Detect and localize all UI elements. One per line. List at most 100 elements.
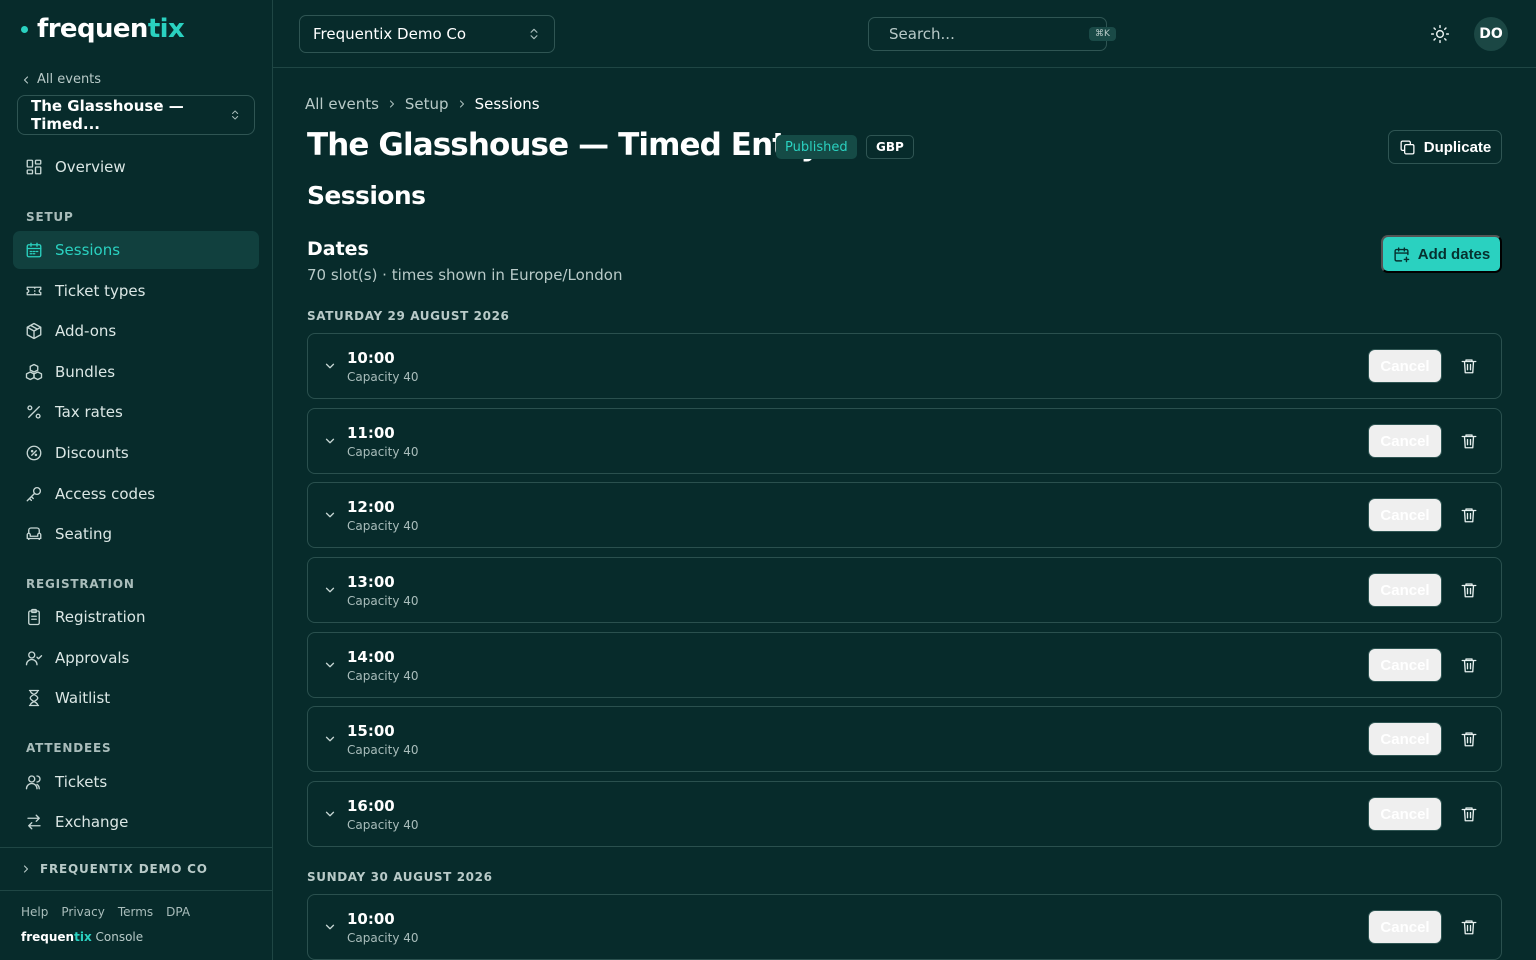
trash-icon[interactable] xyxy=(1460,357,1478,375)
sidebar-item-label: Access codes xyxy=(55,485,156,503)
sidebar-item-add-ons[interactable]: Add-ons xyxy=(13,312,259,350)
breadcrumb-setup[interactable]: Setup xyxy=(405,95,449,113)
session-slot[interactable]: 10:00 Capacity 40 Cancel xyxy=(307,894,1502,960)
user-check-icon xyxy=(25,649,43,667)
breadcrumb-sessions: Sessions xyxy=(474,95,540,113)
footer-link-help[interactable]: Help xyxy=(21,905,48,919)
logo-text-part1: frequen xyxy=(37,14,148,44)
sidebar-item-sessions[interactable]: Sessions xyxy=(13,231,259,269)
cancel-slot-button[interactable]: Cancel xyxy=(1368,498,1442,532)
slot-time: 10:00 xyxy=(347,349,395,367)
sidebar-item-waitlist[interactable]: Waitlist xyxy=(13,679,259,717)
calendar-plus-icon xyxy=(1393,246,1410,263)
sidebar-item-tickets[interactable]: Tickets xyxy=(13,763,259,801)
slot-time: 13:00 xyxy=(347,573,395,591)
badge-percent-icon xyxy=(25,444,43,462)
cancel-slot-button[interactable]: Cancel xyxy=(1368,797,1442,831)
arrows-exchange-icon xyxy=(25,813,43,831)
event-selector[interactable]: The Glasshouse — Timed... xyxy=(17,95,255,135)
organization-switcher[interactable]: FREQUENTIX DEMO CO xyxy=(0,847,272,891)
session-slot[interactable]: 13:00 Capacity 40 Cancel xyxy=(307,557,1502,623)
section-title: Sessions xyxy=(307,181,426,210)
trash-icon[interactable] xyxy=(1460,730,1478,748)
session-slot[interactable]: 16:00 Capacity 40 Cancel xyxy=(307,781,1502,847)
add-dates-button[interactable]: Add dates xyxy=(1381,235,1502,273)
chevron-down-icon[interactable] xyxy=(323,732,337,746)
session-slot[interactable]: 14:00 Capacity 40 Cancel xyxy=(307,632,1502,698)
sidebar-item-approvals[interactable]: Approvals xyxy=(13,639,259,677)
cancel-slot-button[interactable]: Cancel xyxy=(1368,722,1442,756)
sidebar-item-registration[interactable]: Registration xyxy=(13,598,259,636)
trash-icon[interactable] xyxy=(1460,805,1478,823)
slot-time: 12:00 xyxy=(347,498,395,516)
trash-icon[interactable] xyxy=(1460,506,1478,524)
logo-dot xyxy=(21,25,28,33)
chevron-down-icon[interactable] xyxy=(323,583,337,597)
cancel-slot-button[interactable]: Cancel xyxy=(1368,349,1442,383)
duplicate-button[interactable]: Duplicate xyxy=(1388,130,1502,164)
slot-capacity: Capacity 40 xyxy=(347,594,419,608)
cancel-slot-button[interactable]: Cancel xyxy=(1368,573,1442,607)
footer-brand-part2: tix xyxy=(74,930,92,944)
trash-icon[interactable] xyxy=(1460,656,1478,674)
sidebar-item-access-codes[interactable]: Access codes xyxy=(13,475,259,513)
dates-subtitle: 70 slot(s) · times shown in Europe/Londo… xyxy=(307,266,623,284)
dates-heading: Dates xyxy=(307,238,369,260)
event-selector-label: The Glasshouse — Timed... xyxy=(31,97,184,133)
nav-section-attendees: ATTENDEES xyxy=(26,741,112,755)
sidebar-item-overview[interactable]: Overview xyxy=(13,148,259,186)
session-slot[interactable]: 10:00 Capacity 40 Cancel xyxy=(307,333,1502,399)
sidebar-item-label: Exchange xyxy=(55,813,129,831)
currency-badge: GBP xyxy=(866,135,914,159)
chevron-down-icon[interactable] xyxy=(323,807,337,821)
organization-selector[interactable]: Frequentix Demo Co xyxy=(299,15,555,53)
cancel-slot-button[interactable]: Cancel xyxy=(1368,424,1442,458)
day-label: SUNDAY 30 AUGUST 2026 xyxy=(307,870,493,884)
slot-time: 15:00 xyxy=(347,722,395,740)
search-box[interactable]: ⌘K xyxy=(868,17,1116,51)
user-avatar[interactable]: DO xyxy=(1474,17,1508,51)
breadcrumb: All events Setup Sessions xyxy=(305,95,540,113)
chevron-down-icon[interactable] xyxy=(323,434,337,448)
sidebar-item-discounts[interactable]: Discounts xyxy=(13,434,259,472)
theme-toggle-sun-icon[interactable] xyxy=(1430,24,1450,44)
chevron-down-icon[interactable] xyxy=(323,359,337,373)
sidebar-item-bundles[interactable]: Bundles xyxy=(13,353,259,391)
chevron-up-down-icon xyxy=(527,27,541,41)
slot-time: 14:00 xyxy=(347,648,395,666)
session-slot[interactable]: 12:00 Capacity 40 Cancel xyxy=(307,482,1502,548)
dashboard-icon xyxy=(25,158,43,176)
sidebar-item-label: Waitlist xyxy=(55,689,111,707)
sidebar-item-label: Discounts xyxy=(55,444,129,462)
footer-link-terms[interactable]: Terms xyxy=(118,905,153,919)
cancel-slot-button[interactable]: Cancel xyxy=(1368,648,1442,682)
logo[interactable]: frequen tix xyxy=(21,14,185,44)
chevron-down-icon[interactable] xyxy=(323,508,337,522)
sidebar-item-ticket-types[interactable]: Ticket types xyxy=(13,272,259,310)
breadcrumb-all-events[interactable]: All events xyxy=(305,95,379,113)
session-slot[interactable]: 15:00 Capacity 40 Cancel xyxy=(307,706,1502,772)
chevron-down-icon[interactable] xyxy=(323,920,337,934)
page-title: The Glasshouse — Timed Entry xyxy=(307,127,821,163)
chevron-down-icon[interactable] xyxy=(323,658,337,672)
slot-capacity: Capacity 40 xyxy=(347,743,419,757)
trash-icon[interactable] xyxy=(1460,432,1478,450)
sidebar-item-seating[interactable]: Seating xyxy=(13,515,259,553)
slot-capacity: Capacity 40 xyxy=(347,445,419,459)
sidebar-item-label: Registration xyxy=(55,608,146,626)
sidebar-item-label: Tax rates xyxy=(55,403,123,421)
back-link-label: All events xyxy=(37,72,102,87)
footer-link-privacy[interactable]: Privacy xyxy=(61,905,104,919)
search-input[interactable] xyxy=(889,25,1083,43)
sidebar-item-exchange[interactable]: Exchange xyxy=(13,803,259,841)
trash-icon[interactable] xyxy=(1460,581,1478,599)
cancel-slot-button[interactable]: Cancel xyxy=(1368,910,1442,944)
sidebar-item-label: Ticket types xyxy=(55,282,146,300)
footer-link-dpa[interactable]: DPA xyxy=(166,905,190,919)
footer-brand: frequentix Console xyxy=(21,930,143,944)
session-slot[interactable]: 11:00 Capacity 40 Cancel xyxy=(307,408,1502,474)
sidebar-item-tax-rates[interactable]: Tax rates xyxy=(13,393,259,431)
hourglass-icon xyxy=(25,689,43,707)
trash-icon[interactable] xyxy=(1460,918,1478,936)
back-to-all-events-link[interactable]: All events xyxy=(20,72,101,87)
